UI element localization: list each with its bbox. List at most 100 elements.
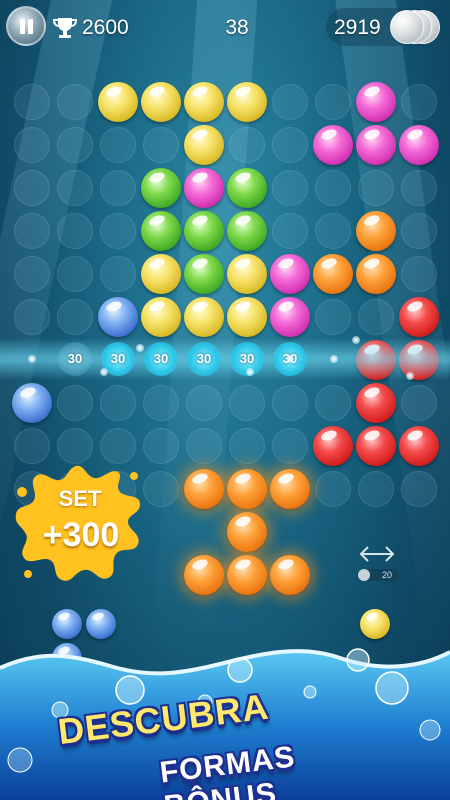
green-ball — [184, 211, 224, 251]
board-cell — [14, 428, 50, 464]
board-cell — [14, 213, 50, 249]
board-cell — [57, 428, 93, 464]
swap-counter-knob — [358, 569, 370, 581]
board-cell — [143, 428, 179, 464]
pink-ball — [399, 125, 439, 165]
placed-orange-ball[interactable] — [270, 469, 310, 509]
swap-count: 20 — [381, 570, 392, 580]
yellow-ball — [227, 254, 267, 294]
placed-orange-ball[interactable] — [227, 555, 267, 595]
board-cell — [401, 385, 437, 421]
board-cell — [315, 299, 351, 335]
board-cell — [14, 84, 50, 120]
sparkle — [352, 336, 360, 344]
board-cell — [14, 170, 50, 206]
green-ball — [141, 168, 181, 208]
pink-ball — [270, 297, 310, 337]
board-cell — [315, 170, 351, 206]
board-cell — [358, 170, 394, 206]
top-bar: 2600 38 2919 — [0, 0, 450, 58]
line-points-bubble: 30 — [58, 342, 92, 376]
board-cell — [401, 471, 437, 507]
yellow-ball — [98, 82, 138, 122]
bonus-points: +300 — [42, 516, 120, 554]
board-cell — [100, 170, 136, 206]
red-ball — [356, 426, 396, 466]
game-screen: 303030303030 2600 38 2919 — [0, 0, 450, 800]
board-cell — [272, 385, 308, 421]
board-cell — [57, 299, 93, 335]
board-cell — [57, 385, 93, 421]
board-cell — [358, 299, 394, 335]
board-cell — [57, 256, 93, 292]
yellow-ball — [227, 82, 267, 122]
green-ball — [227, 168, 267, 208]
pink-ball — [356, 82, 396, 122]
orange-ball — [356, 254, 396, 294]
red-ball — [356, 383, 396, 423]
yellow-ball — [184, 82, 224, 122]
board-cell — [272, 213, 308, 249]
board-cell — [100, 127, 136, 163]
board-cell — [14, 256, 50, 292]
board-cell — [100, 385, 136, 421]
red-ball — [313, 426, 353, 466]
board-cell — [315, 385, 351, 421]
pause-button[interactable] — [6, 6, 46, 46]
board-cell — [315, 84, 351, 120]
placed-orange-ball[interactable] — [270, 555, 310, 595]
board-cell — [401, 213, 437, 249]
placed-orange-ball[interactable] — [184, 555, 224, 595]
coins-value: 2919 — [334, 16, 381, 39]
board-cell — [100, 428, 136, 464]
pink-ball — [270, 254, 310, 294]
board-cell — [272, 428, 308, 464]
board-cell — [143, 471, 179, 507]
green-ball — [227, 211, 267, 251]
placed-orange-ball[interactable] — [227, 469, 267, 509]
blue-ball — [12, 383, 52, 423]
yellow-ball — [141, 254, 181, 294]
pink-ball — [356, 125, 396, 165]
bonus-label: SET — [58, 486, 102, 511]
board-cell — [14, 127, 50, 163]
sparkle — [100, 368, 108, 376]
board-cell — [143, 385, 179, 421]
board-cell — [100, 213, 136, 249]
red-ball — [399, 297, 439, 337]
board-cell — [229, 428, 265, 464]
yellow-ball — [141, 82, 181, 122]
best-score-value: 2600 — [82, 16, 129, 39]
trophy-icon — [52, 18, 78, 38]
yellow-ball — [184, 297, 224, 337]
board-cell — [57, 170, 93, 206]
board-cell — [57, 213, 93, 249]
board-cell — [401, 170, 437, 206]
red-ball — [399, 426, 439, 466]
pink-ball — [313, 125, 353, 165]
board-cell — [272, 84, 308, 120]
line-points-bubble: 30 — [187, 342, 221, 376]
line-points-bubble: 30 — [144, 342, 178, 376]
pink-ball — [184, 168, 224, 208]
board-cell — [100, 256, 136, 292]
sparkle — [406, 372, 414, 380]
board-cell — [401, 84, 437, 120]
board-cell — [186, 385, 222, 421]
board-cell — [401, 256, 437, 292]
sparkle — [246, 368, 254, 376]
swap-arrows-icon[interactable] — [357, 544, 397, 564]
placed-orange-ball[interactable] — [184, 469, 224, 509]
blue-ball — [98, 297, 138, 337]
orange-ball — [356, 211, 396, 251]
best-score: 2600 — [52, 14, 129, 42]
placed-orange-ball[interactable] — [227, 512, 267, 552]
board-cell — [358, 471, 394, 507]
moves-counter: 38 — [225, 16, 249, 39]
board-cell — [315, 213, 351, 249]
green-ball — [141, 211, 181, 251]
board-cell — [14, 299, 50, 335]
board-cell — [143, 127, 179, 163]
board-cell — [229, 385, 265, 421]
board-cell — [57, 127, 93, 163]
